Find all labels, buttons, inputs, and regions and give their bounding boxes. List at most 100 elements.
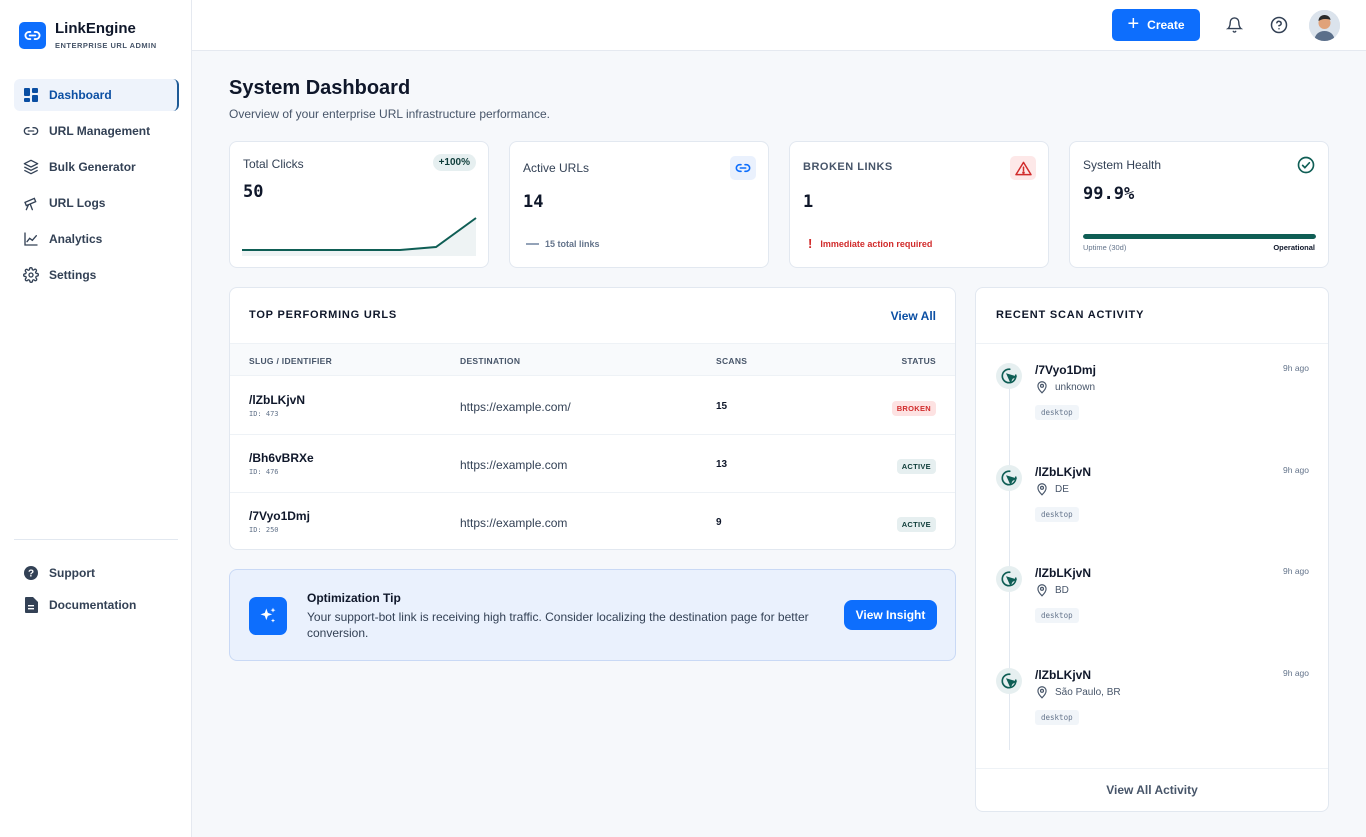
view-all-link[interactable]: View All (891, 309, 936, 323)
warning-triangle-icon (1010, 156, 1036, 180)
location-text: unknown (1055, 381, 1096, 393)
sidebar-item-label: URL Logs (49, 196, 106, 210)
activity-time: 9h ago (1283, 566, 1309, 576)
svg-text:?: ? (28, 569, 34, 580)
activity-item[interactable]: /7Vyo1Dmj 9h ago unknown desktop (976, 363, 1328, 453)
table-row[interactable]: /Bh6vBRXe ID: 476 https://example.com 13… (230, 435, 955, 493)
table-row[interactable]: /7Vyo1Dmj ID: 250 https://example.com 9 … (230, 493, 955, 549)
view-all-activity-link[interactable]: View All Activity (976, 768, 1328, 811)
activity-slug: /lZbLKjvN (1035, 668, 1091, 682)
activity-item[interactable]: /lZbLKjvN 9h ago BD desktop (976, 566, 1328, 656)
sidebar-item-label: Support (49, 566, 95, 580)
stat-label: Active URLs (523, 161, 590, 175)
optimization-tip: Optimization Tip Your support-bot link i… (229, 569, 956, 661)
brand[interactable]: LinkEngine ENTERPRISE URL ADMIN (19, 20, 157, 50)
help-icon[interactable] (1270, 16, 1288, 39)
sidebar-item-analytics[interactable]: Analytics (14, 223, 179, 255)
divider (976, 343, 1328, 344)
uptime-progress-bar (1083, 234, 1316, 239)
brand-subtitle: ENTERPRISE URL ADMIN (55, 41, 157, 50)
location-text: DE (1055, 483, 1069, 495)
sidebar-bottom: ? Support Documentation (14, 561, 179, 625)
bell-icon[interactable] (1225, 16, 1244, 39)
stat-card-system-health: System Health 99.9% Uptime (30d) Operati… (1069, 141, 1329, 268)
cursor-click-icon (996, 566, 1022, 592)
total-links-text: 15 total links (545, 239, 600, 249)
location-text: São Paulo, BR (1055, 686, 1121, 698)
status-badge: BROKEN (891, 401, 936, 416)
activity-location: São Paulo, BR (1035, 684, 1121, 700)
alert-text: Immediate action required (820, 238, 933, 249)
status-badge: ACTIVE (896, 517, 936, 532)
link-icon (22, 122, 40, 140)
cursor-click-icon (996, 668, 1022, 694)
plus-icon: + (1127, 12, 1140, 35)
map-pin-icon (1037, 686, 1047, 699)
url-id: ID: 250 (249, 526, 279, 534)
sidebar-item-documentation[interactable]: Documentation (14, 593, 179, 617)
sidebar-nav: Dashboard URL Management Bulk Generator … (14, 79, 179, 295)
map-pin-icon (1037, 483, 1047, 496)
card-title: RECENT SCAN ACTIVITY (996, 309, 1145, 321)
activity-item[interactable]: /lZbLKjvN 9h ago DE desktop (976, 465, 1328, 555)
url-scans: 9 (716, 517, 722, 528)
column-header: SLUG / IDENTIFIER (249, 356, 333, 366)
tip-text: Your support-bot link is receiving high … (307, 610, 809, 640)
activity-location: BD (1035, 582, 1069, 598)
sidebar-item-support[interactable]: ? Support (14, 561, 179, 585)
activity-slug: /7Vyo1Dmj (1035, 363, 1096, 377)
stat-value: 99.9% (1083, 184, 1135, 204)
table-row[interactable]: /lZbLKjvN ID: 473 https://example.com/ 1… (230, 377, 955, 435)
uptime-progress-fill (1083, 234, 1316, 239)
cursor-click-icon (996, 363, 1022, 389)
sidebar-item-label: Settings (49, 268, 97, 282)
sidebar-item-url-logs[interactable]: URL Logs (14, 187, 179, 219)
sidebar-item-settings[interactable]: Settings (14, 259, 179, 291)
url-destination: https://example.com (460, 516, 568, 530)
uptime-label: Uptime (30d) (1083, 243, 1127, 252)
stat-card-broken-links: BROKEN LINKS 1 ! Immediate action requir… (789, 141, 1049, 268)
sidebar-divider (14, 539, 178, 540)
page-subtitle: Overview of your enterprise URL infrastr… (229, 107, 551, 121)
stat-value: 14 (523, 192, 544, 212)
stat-label: BROKEN LINKS (803, 161, 893, 173)
exclamation-icon: ! (808, 236, 813, 251)
sparkline-chart (242, 217, 477, 256)
document-icon (22, 596, 40, 614)
sidebar-item-url-management[interactable]: URL Management (14, 115, 179, 147)
column-header: STATUS (901, 356, 936, 366)
sidebar-item-label: Dashboard (49, 88, 112, 102)
sidebar-item-label: Documentation (49, 598, 137, 612)
sidebar-item-dashboard[interactable]: Dashboard (14, 79, 179, 111)
recent-scan-activity-card: RECENT SCAN ACTIVITY /7Vyo1Dmj 9h ago un… (975, 287, 1329, 812)
activity-item[interactable]: /lZbLKjvN 9h ago São Paulo, BR desktop (976, 668, 1328, 758)
dashboard-grid-icon (22, 86, 40, 104)
brand-title: LinkEngine (55, 20, 136, 37)
stat-card-total-clicks: Total Clicks +100% 50 (229, 141, 489, 268)
device-badge: desktop (1035, 608, 1079, 623)
map-pin-icon (1037, 381, 1047, 394)
dash-icon (526, 243, 539, 245)
url-scans: 13 (716, 459, 728, 470)
activity-time: 9h ago (1283, 363, 1309, 373)
stat-value: 50 (243, 182, 264, 202)
tip-title: Optimization Tip (307, 591, 401, 605)
url-id: ID: 473 (249, 410, 279, 418)
activity-location: DE (1035, 481, 1069, 497)
device-badge: desktop (1035, 710, 1079, 725)
column-header: DESTINATION (460, 356, 521, 366)
device-badge: desktop (1035, 507, 1079, 522)
create-button[interactable]: + Create (1112, 9, 1200, 41)
view-insight-button[interactable]: View Insight (844, 600, 937, 630)
stat-label: System Health (1083, 158, 1162, 172)
growth-badge: +100% (432, 154, 476, 171)
sidebar-item-label: Analytics (49, 232, 103, 246)
gear-icon (22, 266, 40, 284)
sidebar-item-label: URL Management (49, 124, 151, 138)
activity-slug: /lZbLKjvN (1035, 566, 1091, 580)
activity-time: 9h ago (1283, 668, 1309, 678)
broken-links-alert: ! Immediate action required (808, 236, 932, 251)
sidebar-item-bulk-generator[interactable]: Bulk Generator (14, 151, 179, 183)
user-avatar[interactable] (1309, 10, 1340, 41)
sidebar-item-label: Bulk Generator (49, 160, 136, 174)
